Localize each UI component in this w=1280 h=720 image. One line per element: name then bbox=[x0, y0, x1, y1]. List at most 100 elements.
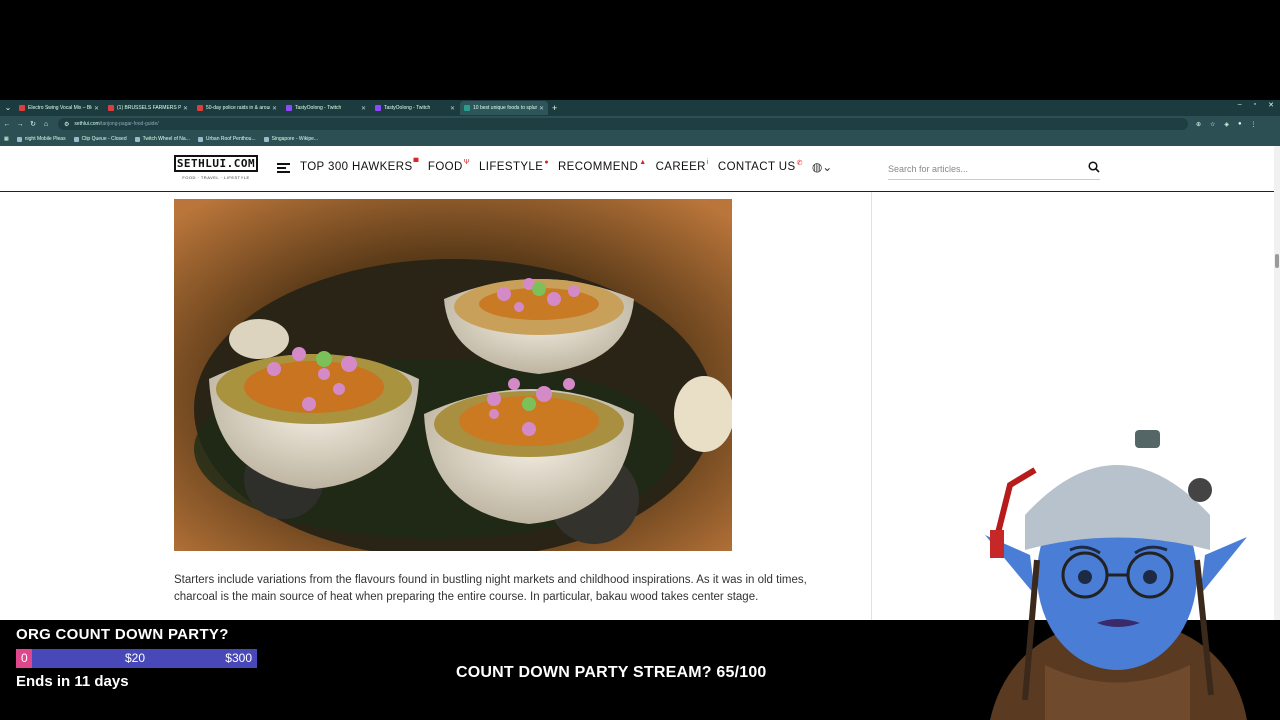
bookmark-label: Clip Queue - Closed bbox=[81, 136, 127, 142]
tab-close-icon[interactable]: ✕ bbox=[272, 105, 277, 112]
minimize-icon[interactable]: – bbox=[1238, 101, 1242, 109]
page-scrollbar[interactable] bbox=[1274, 146, 1280, 620]
stream-goal-text: COUNT DOWN PARTY STREAM? 65/100 bbox=[456, 664, 767, 681]
nav-item-food[interactable]: FOOD Ψ bbox=[427, 159, 470, 173]
extensions-icon[interactable]: ◈ bbox=[1224, 121, 1229, 128]
tab-favicon bbox=[375, 105, 381, 111]
article-image bbox=[174, 199, 732, 551]
nav-item-top-300-hawkers[interactable]: TOP 300 HAWKERS ▀ bbox=[300, 159, 419, 173]
logo-tagline: FOOD · TRAVEL · LIFESTYLE bbox=[182, 175, 250, 180]
bookmarks-bar: ▦ night Mobile Pleas Clip Queue - Closed T… bbox=[0, 132, 1280, 146]
browser-tab[interactable]: TastyOolong - Twitch ✕ bbox=[282, 101, 370, 115]
nav-item-label: LIFESTYLE bbox=[478, 161, 544, 173]
article-paragraph: Starters include variations from the fla… bbox=[174, 574, 807, 603]
browser-toolbar: ← → ↻ ⌂ ⚙ sethlui.com/tanjong-pagar-food… bbox=[0, 116, 1280, 132]
nav-item-emoji-icon: i bbox=[706, 159, 709, 166]
bookmark-label: night Mobile Pleas bbox=[24, 136, 66, 142]
search-input[interactable] bbox=[888, 160, 1078, 178]
goal-max-label: $300 bbox=[225, 651, 252, 665]
bookmark-icon bbox=[134, 136, 140, 142]
bookmark-label: Urban Roof Penthou... bbox=[205, 136, 256, 142]
nav-item-recommend[interactable]: RECOMMEND ▲ bbox=[557, 159, 647, 173]
maximize-icon[interactable]: ▫ bbox=[1254, 101, 1256, 109]
screen: ⌄ Electro Swing Vocal Mix – Bloo ✕ (1) BRU… bbox=[0, 0, 1280, 720]
nav-item-contact-us[interactable]: CONTACT US ✆ bbox=[717, 160, 803, 173]
search-icon[interactable] bbox=[1088, 161, 1100, 173]
bookmark-item[interactable]: Clip Queue - Closed bbox=[73, 136, 127, 142]
browser-tab-bar: ⌄ Electro Swing Vocal Mix – Bloo ✕ (1) BRU… bbox=[0, 100, 1280, 116]
reload-icon[interactable]: ↻ bbox=[27, 120, 39, 128]
tab-close-icon[interactable]: ✕ bbox=[539, 105, 544, 112]
browser-tab[interactable]: Electro Swing Vocal Mix – Bloo ✕ bbox=[15, 101, 103, 115]
bookmark-star-icon[interactable]: ☆ bbox=[1210, 121, 1215, 128]
bookmark-item[interactable]: Urban Roof Penthou... bbox=[197, 136, 256, 142]
back-icon[interactable]: ← bbox=[1, 121, 13, 128]
bookmark-icon bbox=[197, 136, 203, 142]
nav-item-label: TOP 300 HAWKERS bbox=[300, 161, 413, 173]
scrollbar-thumb[interactable] bbox=[1275, 254, 1279, 268]
goal-current-label: $20 bbox=[125, 651, 146, 665]
hamburger-menu-icon[interactable] bbox=[277, 163, 290, 173]
tab-favicon bbox=[464, 105, 470, 111]
main-nav: TOP 300 HAWKERS ▀ FOOD Ψ LIFESTYLE ● RECOMMEND… bbox=[300, 159, 833, 174]
tab-close-icon[interactable]: ✕ bbox=[450, 105, 455, 112]
bookmark-icon bbox=[73, 136, 79, 142]
browser-menu-icon[interactable]: ⋮ bbox=[1251, 121, 1257, 128]
goal-progress-bar: 0 $20 $300 bbox=[16, 649, 257, 668]
tab-title: Electro Swing Vocal Mix – Bloo bbox=[28, 105, 92, 111]
tab-favicon bbox=[108, 105, 114, 111]
bookmark-item[interactable]: Twitch Wheel of Na... bbox=[134, 136, 190, 142]
tab-favicon bbox=[286, 105, 292, 111]
nav-item-lifestyle[interactable]: LIFESTYLE ● bbox=[478, 159, 549, 173]
tab-title: (1) BRUSSELS FARMERS PROTE bbox=[117, 105, 181, 111]
bookmark-icon bbox=[16, 136, 22, 142]
url-path: /tanjong-pagar-food-guide/ bbox=[99, 121, 159, 127]
bookmark-label: Singapore - Wikipe... bbox=[271, 136, 319, 142]
browser-tab[interactable]: 50-day police raids in & aroun ✕ bbox=[193, 101, 281, 115]
nav-item-label: CONTACT US bbox=[717, 161, 796, 173]
tab-close-icon[interactable]: ✕ bbox=[183, 105, 188, 112]
nav-item-label: RECOMMEND bbox=[557, 161, 639, 173]
bookmark-icon bbox=[263, 136, 269, 142]
site-info-icon[interactable]: ⚙ bbox=[64, 121, 69, 128]
nav-item-label: FOOD bbox=[427, 161, 463, 173]
goal-title: ORG COUNT DOWN PARTY? bbox=[16, 626, 229, 643]
forward-icon[interactable]: → bbox=[14, 121, 26, 128]
close-window-icon[interactable]: ✕ bbox=[1268, 101, 1274, 109]
tab-title: TastyOolong - Twitch bbox=[295, 105, 342, 111]
zoom-icon[interactable]: ⊕ bbox=[1196, 121, 1201, 128]
tab-favicon bbox=[197, 105, 203, 111]
new-tab-button[interactable]: + bbox=[552, 103, 557, 113]
apps-icon[interactable]: ▦ bbox=[4, 136, 9, 142]
site-logo[interactable]: SETHLUI.COM FOOD · TRAVEL · LIFESTYLE bbox=[174, 155, 258, 183]
nav-item-emoji-icon: ● bbox=[544, 159, 549, 166]
nav-item-emoji-icon: ▲ bbox=[639, 159, 647, 166]
bookmark-item[interactable]: Singapore - Wikipe... bbox=[263, 136, 319, 142]
logo-text: SETHLUI.COM bbox=[174, 155, 258, 172]
site-header: SETHLUI.COM FOOD · TRAVEL · LIFESTYLE TO… bbox=[0, 146, 1274, 192]
tab-search-icon[interactable]: ⌄ bbox=[2, 102, 14, 114]
browser-tab[interactable]: (1) BRUSSELS FARMERS PROTE✕ bbox=[104, 101, 192, 115]
address-bar[interactable]: ⚙ sethlui.com/tanjong-pagar-food-guide/ bbox=[58, 118, 1188, 130]
nav-item-career[interactable]: CAREER i bbox=[655, 159, 709, 173]
tab-close-icon[interactable]: ✕ bbox=[94, 105, 99, 112]
goal-min-label: 0 bbox=[21, 651, 28, 665]
nav-item-label: CAREER bbox=[655, 161, 706, 173]
search-box bbox=[888, 159, 1100, 180]
bookmark-label: Twitch Wheel of Na... bbox=[142, 136, 190, 142]
nav-item-emoji-icon: ✆ bbox=[796, 160, 803, 167]
tab-close-icon[interactable]: ✕ bbox=[361, 105, 366, 112]
profile-icon[interactable]: ● bbox=[1238, 121, 1242, 128]
nav-item-emoji-icon: Ψ bbox=[463, 159, 470, 166]
url-host: sethlui.com bbox=[74, 121, 100, 127]
tab-title: 10 best unique foods to splurg bbox=[473, 105, 537, 111]
browser-tab[interactable]: TastyOolong - Twitch ✕ bbox=[371, 101, 459, 115]
goal-ends-text: Ends in 11 days bbox=[16, 673, 129, 690]
browser-tab[interactable]: 10 best unique foods to splurg ✕ bbox=[460, 101, 548, 115]
bookmark-item[interactable]: night Mobile Pleas bbox=[16, 136, 66, 142]
globe-icon[interactable]: ◍⌄ bbox=[812, 160, 833, 174]
home-icon[interactable]: ⌂ bbox=[40, 121, 52, 128]
tab-favicon bbox=[19, 105, 25, 111]
vtuber-avatar bbox=[985, 430, 1247, 720]
tab-title: 50-day police raids in & aroun bbox=[206, 105, 270, 111]
